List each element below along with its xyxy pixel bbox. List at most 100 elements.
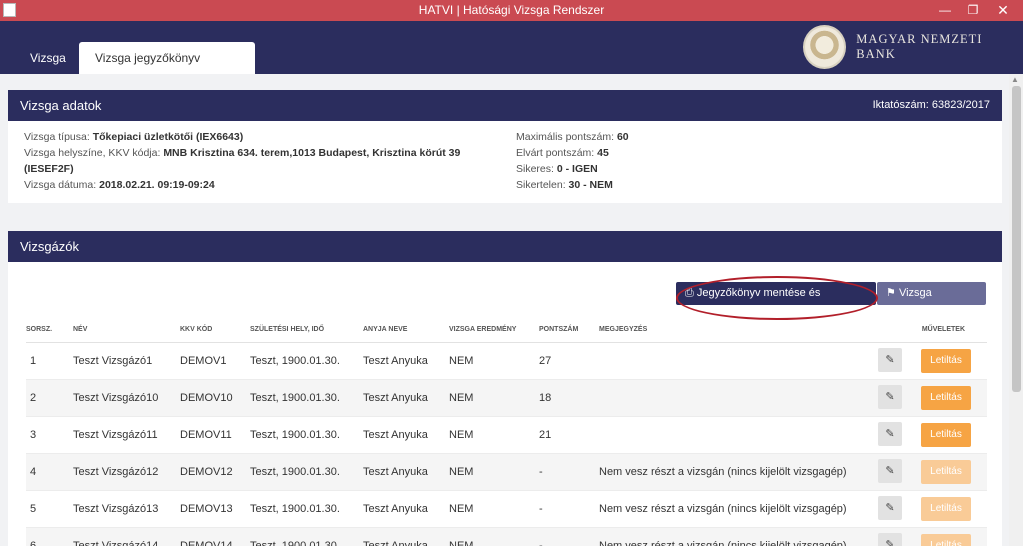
window-titlebar: HATVI | Hatósági Vizsga Rendszer — ❐ ✕: [0, 0, 1023, 21]
edit-pencil-icon[interactable]: ✎: [878, 496, 902, 520]
cell-result: NEM: [449, 342, 539, 380]
cell-name: Teszt Vizsgázó14: [73, 527, 180, 546]
mnb-logo: MAGYAR NEMZETI BANK: [803, 25, 1023, 69]
col-no: SORSZ.: [26, 318, 73, 343]
cell-name: Teszt Vizsgázó12: [73, 453, 180, 491]
reference-number: Iktatószám: 63823/2017: [872, 99, 990, 111]
cell-kkv: DEMOV10: [180, 379, 250, 417]
table-row: 3 Teszt Vizsgázó11 DEMOV11 Teszt, 1900.01.3…: [26, 416, 987, 454]
cell-points: -: [539, 527, 599, 546]
cell-birth: Teszt, 1900.01.30.: [250, 490, 363, 528]
cell-birth: Teszt, 1900.01.30.: [250, 453, 363, 491]
cell-note: Nem vesz részt a vizsgán (nincs kijelölt…: [599, 490, 877, 528]
minimize-button[interactable]: —: [930, 0, 960, 21]
cell-points: -: [539, 490, 599, 528]
cell-result: NEM: [449, 527, 539, 546]
cell-birth: Teszt, 1900.01.30.: [250, 379, 363, 417]
table-row: 4 Teszt Vizsgázó12 DEMOV12 Teszt, 1900.01.3…: [26, 453, 987, 491]
edit-pencil-icon[interactable]: ✎: [878, 459, 902, 483]
cell-actions: ✎ Letiltás: [877, 527, 987, 546]
block-button[interactable]: Letiltás: [921, 349, 971, 373]
scroll-thumb[interactable]: [1012, 86, 1021, 392]
table-row: 1 Teszt Vizsgázó1 DEMOV1 Teszt, 1900.01.30.…: [26, 342, 987, 380]
cell-name: Teszt Vizsgázó1: [73, 342, 180, 380]
cell-name: Teszt Vizsgázó13: [73, 490, 180, 528]
expected-points: 45: [597, 147, 609, 159]
block-button[interactable]: Letiltás: [921, 423, 971, 447]
cell-birth: Teszt, 1900.01.30.: [250, 416, 363, 454]
cell-kkv: DEMOV12: [180, 453, 250, 491]
cell-note: Nem vesz részt a vizsgán (nincs kijelölt…: [599, 527, 877, 546]
table-header-row: SORSZ. NÉV KKV KÓD SZÜLETÉSI HELY, IDŐ A…: [26, 318, 987, 343]
block-button[interactable]: Letiltás: [921, 497, 971, 521]
fail-count: 30 - NEM: [568, 179, 613, 191]
vertical-scrollbar[interactable]: ▲: [1009, 74, 1023, 546]
cell-mother: Teszt Anyuka: [363, 342, 449, 380]
exam-date: 2018.02.21. 09:19-09:24: [99, 179, 215, 191]
cell-actions: ✎ Letiltás: [877, 416, 987, 454]
exam-data-header: Vizsga adatok Iktatószám: 63823/2017: [8, 90, 1002, 121]
finish-exam-button[interactable]: ⚑ Vizsga befejezése: [877, 282, 986, 322]
edit-pencil-icon[interactable]: ✎: [878, 533, 902, 546]
cell-note: [599, 342, 877, 380]
block-button[interactable]: Letiltás: [921, 534, 971, 546]
cell-kkv: DEMOV14: [180, 527, 250, 546]
candidates-header: Vizsgázók: [8, 231, 1002, 262]
tab-vizsga[interactable]: Vizsga: [14, 42, 82, 74]
cell-no: 3: [26, 416, 73, 454]
flag-icon: ⚑: [886, 287, 896, 299]
cell-actions: ✎ Letiltás: [877, 342, 987, 380]
max-points: 60: [616, 131, 629, 143]
cell-note: Nem vesz részt a vizsgán (nincs kijelölt…: [599, 453, 877, 491]
cell-birth: Teszt, 1900.01.30.: [250, 527, 363, 546]
edit-pencil-icon[interactable]: ✎: [878, 348, 902, 372]
tab-vizsga-jegyzokonyv[interactable]: Vizsga jegyzőkönyv (IEX6643): [79, 42, 255, 97]
cell-kkv: DEMOV13: [180, 490, 250, 528]
table-row: 6 Teszt Vizsgázó14 DEMOV14 Teszt, 1900.01.3…: [26, 527, 987, 546]
window-title: HATVI | Hatósági Vizsga Rendszer: [418, 3, 605, 17]
cell-birth: Teszt, 1900.01.30.: [250, 342, 363, 380]
exam-info-right: Maximális pontszám: 60 Elvárt pontszám: …: [516, 131, 629, 191]
cell-no: 5: [26, 490, 73, 528]
cell-points: 27: [539, 342, 599, 380]
cell-result: NEM: [449, 379, 539, 417]
edit-pencil-icon[interactable]: ✎: [878, 385, 902, 409]
col-name: NÉV: [73, 318, 180, 343]
cell-mother: Teszt Anyuka: [363, 416, 449, 454]
mnb-logo-text: MAGYAR NEMZETI BANK: [856, 32, 983, 61]
col-birth: SZÜLETÉSI HELY, IDŐ: [250, 318, 363, 343]
col-actions: MŰVELETEK: [877, 318, 987, 343]
cell-mother: Teszt Anyuka: [363, 527, 449, 546]
block-button[interactable]: Letiltás: [921, 386, 971, 410]
cell-result: NEM: [449, 490, 539, 528]
close-button[interactable]: ✕: [988, 0, 1018, 21]
success-count: 0 - IGEN: [556, 163, 598, 175]
exam-location-code: (IESEF2F): [24, 163, 74, 175]
highlight-oval: [676, 276, 878, 320]
cell-points: 21: [539, 416, 599, 454]
block-button[interactable]: Letiltás: [921, 460, 971, 484]
cell-kkv: DEMOV1: [180, 342, 250, 380]
cell-note: [599, 379, 877, 417]
cell-actions: ✎ Letiltás: [877, 453, 987, 491]
col-result: VIZSGA EREDMÉNY: [449, 318, 539, 343]
col-kkv: KKV KÓD: [180, 318, 250, 343]
scroll-up-icon[interactable]: ▲: [1011, 75, 1019, 84]
cell-points: -: [539, 453, 599, 491]
cell-no: 4: [26, 453, 73, 491]
cell-no: 6: [26, 527, 73, 546]
cell-actions: ✎ Letiltás: [877, 490, 987, 528]
cell-mother: Teszt Anyuka: [363, 453, 449, 491]
exam-data-title: Vizsga adatok: [20, 98, 102, 113]
cell-name: Teszt Vizsgázó11: [73, 416, 180, 454]
col-points: PONTSZÁM: [539, 318, 599, 343]
candidates-title: Vizsgázók: [20, 239, 80, 254]
exam-location: MNB Krisztina 634. terem,1013 Budapest, …: [163, 147, 461, 159]
candidates-table: SORSZ. NÉV KKV KÓD SZÜLETÉSI HELY, IDŐ A…: [26, 318, 987, 546]
exam-type: Tőkepiaci üzletkötői (IEX6643): [92, 131, 244, 143]
maximize-button[interactable]: ❐: [958, 0, 988, 21]
cell-kkv: DEMOV11: [180, 416, 250, 454]
edit-pencil-icon[interactable]: ✎: [878, 422, 902, 446]
cell-mother: Teszt Anyuka: [363, 490, 449, 528]
cell-mother: Teszt Anyuka: [363, 379, 449, 417]
